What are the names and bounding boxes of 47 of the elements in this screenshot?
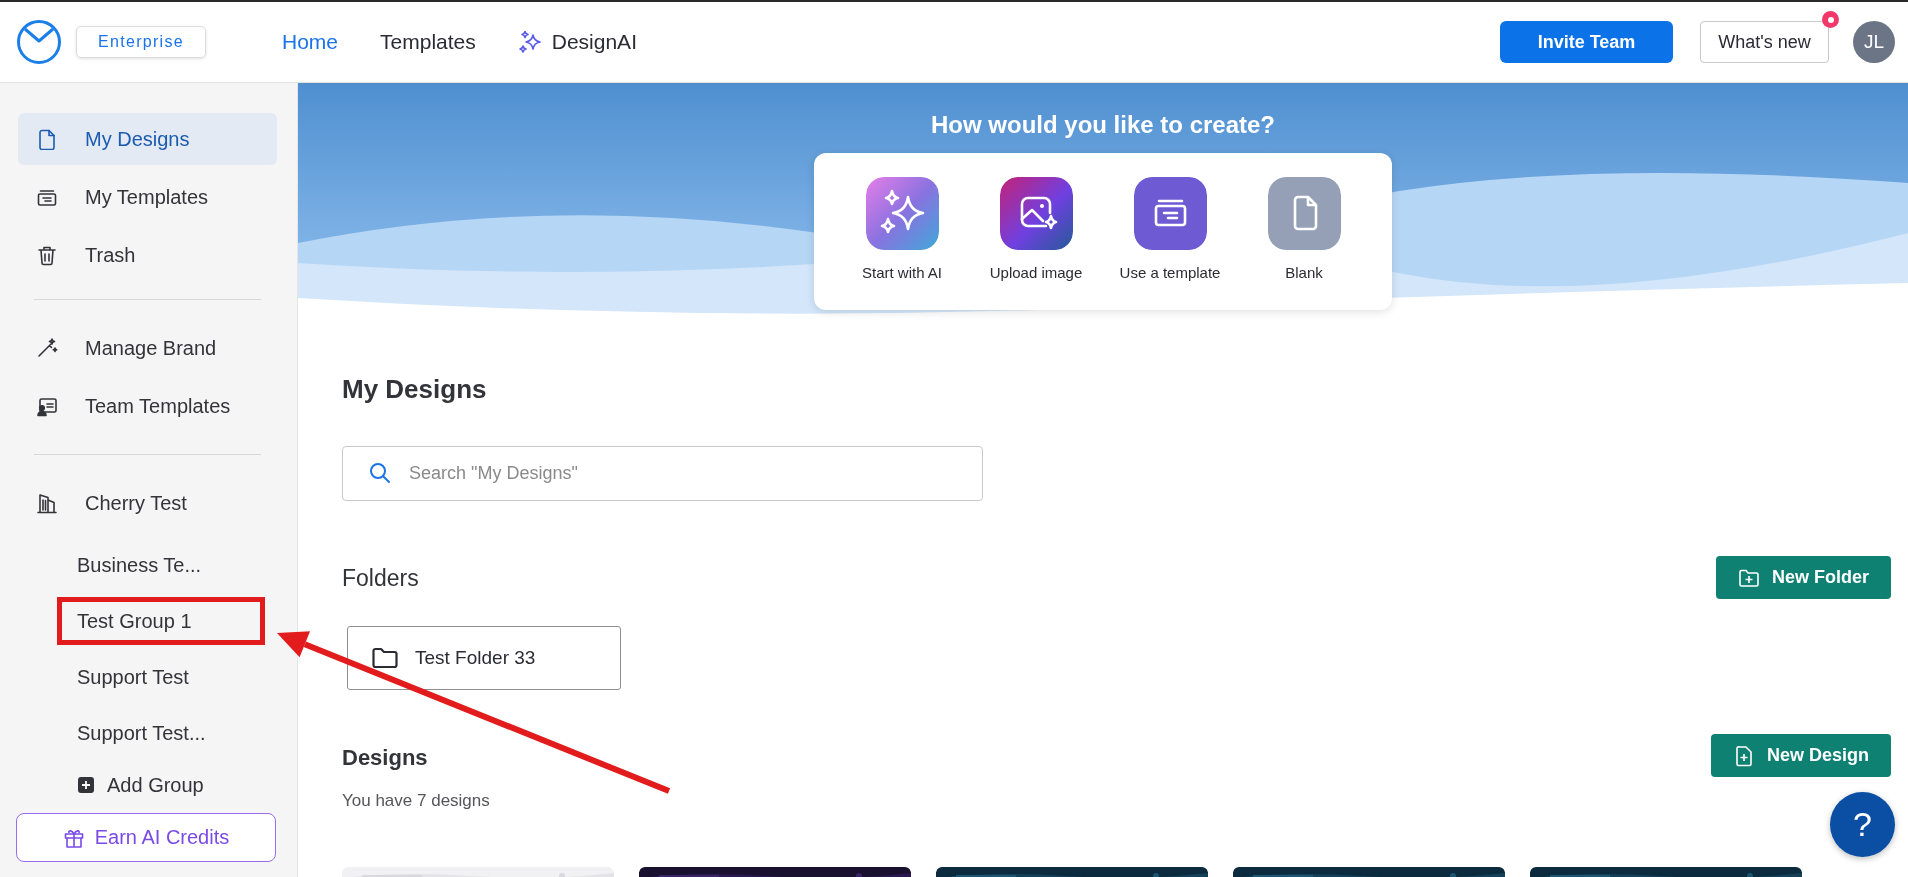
whats-new-button[interactable]: What's new bbox=[1700, 21, 1829, 63]
earn-credits-button[interactable]: Earn AI Credits bbox=[16, 813, 276, 862]
team-template-icon bbox=[36, 395, 58, 417]
logo-icon bbox=[16, 19, 62, 65]
sidebar-subitem[interactable]: Business Te... bbox=[57, 541, 265, 589]
folder-card[interactable]: Test Folder 33 bbox=[347, 626, 621, 690]
sidebar-subitem[interactable]: Support Test bbox=[57, 653, 265, 701]
new-folder-button[interactable]: New Folder bbox=[1716, 556, 1891, 599]
sidebar-subitem[interactable]: Test Group 1 bbox=[57, 597, 265, 645]
sidebar-subitem[interactable]: Support Test... bbox=[57, 709, 265, 757]
invite-button[interactable]: Invite Team bbox=[1500, 21, 1673, 63]
sidebar-item[interactable]: My Templates bbox=[18, 171, 277, 223]
template-icon bbox=[1133, 177, 1207, 250]
search-field[interactable]: Search "My Designs" bbox=[342, 446, 983, 501]
prompt-title: How would you like to create? bbox=[930, 111, 1276, 139]
create-option[interactable]: Start with AI bbox=[835, 177, 969, 310]
sidebar-item[interactable]: My Designs bbox=[18, 113, 277, 165]
sparkle-icon bbox=[517, 29, 544, 55]
create-option[interactable]: Blank bbox=[1237, 177, 1371, 310]
sidebar-item[interactable]: Manage Brand bbox=[18, 322, 277, 374]
nav-link[interactable]: DesignAI bbox=[517, 29, 637, 55]
sidebar-item[interactable]: Trash bbox=[18, 229, 277, 281]
add-group-button[interactable]: Add Group bbox=[57, 765, 265, 805]
folder-icon bbox=[371, 646, 399, 670]
sidebar-item[interactable]: Team Templates bbox=[18, 380, 277, 432]
file-icon bbox=[36, 128, 58, 150]
section-title: Designs bbox=[342, 744, 429, 772]
new-design-button[interactable]: New Design bbox=[1710, 734, 1891, 777]
create-option[interactable]: Use a template bbox=[1103, 177, 1237, 310]
section-title: My Designs bbox=[342, 373, 488, 405]
nav-link[interactable]: Templates bbox=[380, 30, 476, 54]
nav-link[interactable]: Home bbox=[282, 30, 339, 54]
plus-icon bbox=[77, 776, 95, 794]
building-icon bbox=[36, 492, 58, 514]
sidebar-item[interactable]: Cherry Test bbox=[18, 477, 277, 529]
sparkle-icon bbox=[865, 177, 939, 250]
magic-wand-icon bbox=[36, 337, 58, 359]
plan-badge: Enterprise bbox=[76, 26, 206, 58]
help-button[interactable]: ? bbox=[1830, 792, 1895, 857]
image-sparkle-icon bbox=[999, 177, 1073, 250]
file-icon bbox=[1267, 177, 1341, 250]
search-icon bbox=[368, 461, 392, 485]
create-option[interactable]: Upload image bbox=[969, 177, 1103, 310]
section-title: Folders bbox=[342, 563, 419, 592]
avatar[interactable]: JL bbox=[1853, 21, 1895, 63]
trash-icon bbox=[36, 244, 58, 266]
design-count: You have 7 designs bbox=[342, 790, 490, 812]
